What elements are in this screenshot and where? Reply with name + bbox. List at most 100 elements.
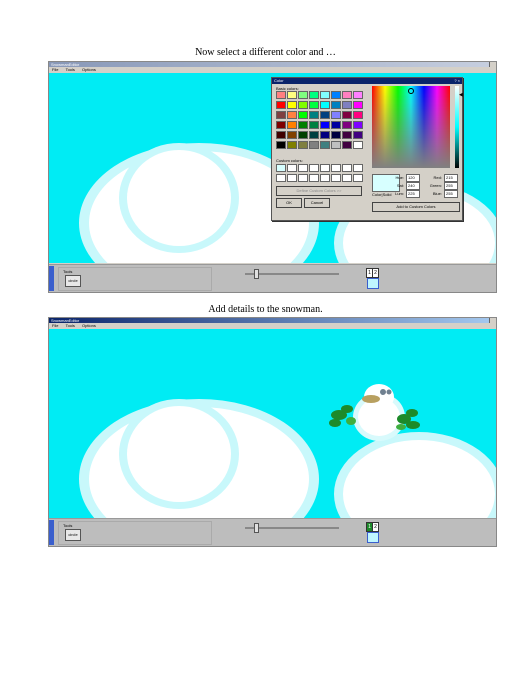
basic-color-swatch[interactable] — [298, 131, 308, 139]
basic-color-swatch[interactable] — [320, 141, 330, 149]
custom-color-swatch[interactable] — [287, 164, 297, 172]
basic-color-swatch[interactable] — [309, 111, 319, 119]
basic-color-swatch[interactable] — [331, 91, 341, 99]
basic-color-swatch[interactable] — [298, 121, 308, 129]
define-custom-colors-button[interactable]: Define Custom Colors >> — [276, 186, 362, 196]
basic-color-swatch[interactable] — [320, 111, 330, 119]
custom-color-swatch[interactable] — [342, 174, 352, 182]
custom-color-swatch[interactable] — [342, 164, 352, 172]
basic-color-swatch[interactable] — [331, 141, 341, 149]
basic-color-swatch[interactable] — [276, 91, 286, 99]
basic-color-swatch[interactable] — [287, 101, 297, 109]
custom-color-swatch[interactable] — [331, 164, 341, 172]
drawing-canvas[interactable] — [49, 329, 496, 518]
basic-color-swatch[interactable] — [320, 91, 330, 99]
menu-file[interactable]: File — [52, 67, 58, 72]
custom-color-swatch[interactable] — [298, 174, 308, 182]
basic-color-swatch[interactable] — [353, 91, 363, 99]
hue-field[interactable]: 120 — [406, 174, 420, 182]
basic-color-swatch[interactable] — [276, 131, 286, 139]
basic-color-swatch[interactable] — [342, 121, 352, 129]
basic-color-swatch[interactable] — [287, 131, 297, 139]
basic-color-swatch[interactable] — [276, 121, 286, 129]
custom-color-swatch[interactable] — [309, 174, 319, 182]
basic-color-swatch[interactable] — [320, 121, 330, 129]
add-to-custom-colors-button[interactable]: Add to Custom Colors — [372, 202, 460, 212]
basic-color-swatch[interactable] — [298, 141, 308, 149]
basic-color-swatch[interactable] — [309, 121, 319, 129]
luminance-arrow[interactable]: ◀ — [459, 92, 463, 98]
snowman-eye — [386, 389, 392, 395]
basic-color-swatch[interactable] — [353, 121, 363, 129]
basic-color-swatch[interactable] — [342, 141, 352, 149]
ok-button[interactable]: OK — [276, 198, 302, 208]
custom-color-swatch[interactable] — [353, 164, 363, 172]
basic-color-swatch[interactable] — [309, 141, 319, 149]
luminance-bar[interactable] — [455, 86, 459, 168]
menu-options[interactable]: Options — [82, 323, 96, 328]
basic-color-swatch[interactable] — [331, 101, 341, 109]
basic-color-swatch[interactable] — [342, 111, 352, 119]
dialog-title-buttons[interactable]: ? × — [454, 78, 460, 84]
basic-color-swatch[interactable] — [298, 111, 308, 119]
basic-color-swatch[interactable] — [287, 111, 297, 119]
red-field[interactable]: 215 — [444, 174, 458, 182]
menu-tools[interactable]: Tools — [66, 67, 75, 72]
custom-color-swatch[interactable] — [287, 174, 297, 182]
green-field[interactable]: 255 — [444, 182, 458, 190]
basic-colors-grid — [276, 91, 366, 151]
lum-label: Lum: — [395, 191, 404, 196]
custom-color-swatch[interactable] — [320, 174, 330, 182]
basic-color-swatch[interactable] — [353, 131, 363, 139]
basic-color-swatch[interactable] — [342, 101, 352, 109]
color-spectrum[interactable] — [372, 86, 450, 168]
custom-color-swatch[interactable] — [353, 174, 363, 182]
custom-color-swatch[interactable] — [298, 164, 308, 172]
basic-color-swatch[interactable] — [276, 111, 286, 119]
size-slider-thumb[interactable] — [254, 523, 259, 533]
tools-panel: Tools circle — [58, 521, 212, 545]
basic-color-swatch[interactable] — [320, 101, 330, 109]
menu-file[interactable]: File — [52, 323, 58, 328]
basic-color-swatch[interactable] — [309, 91, 319, 99]
basic-color-swatch[interactable] — [287, 141, 297, 149]
custom-color-swatch[interactable] — [309, 164, 319, 172]
size-slider-track[interactable] — [245, 527, 339, 529]
basic-color-swatch[interactable] — [320, 131, 330, 139]
basic-color-swatch[interactable] — [298, 101, 308, 109]
basic-color-swatch[interactable] — [353, 101, 363, 109]
basic-color-swatch[interactable] — [353, 141, 363, 149]
basic-color-swatch[interactable] — [342, 131, 352, 139]
basic-color-swatch[interactable] — [287, 121, 297, 129]
blue-field[interactable]: 255 — [444, 190, 458, 198]
basic-color-swatch[interactable] — [331, 111, 341, 119]
basic-color-swatch[interactable] — [342, 91, 352, 99]
basic-color-swatch[interactable] — [298, 91, 308, 99]
circle-tool-button[interactable]: circle — [65, 275, 81, 287]
basic-color-swatch[interactable] — [309, 101, 319, 109]
custom-color-swatch[interactable] — [320, 164, 330, 172]
menu-tools[interactable]: Tools — [66, 323, 75, 328]
basic-color-swatch[interactable] — [331, 121, 341, 129]
basic-color-swatch[interactable] — [287, 91, 297, 99]
basic-color-swatch[interactable] — [276, 141, 286, 149]
sat-field[interactable]: 240 — [406, 182, 420, 190]
layer-2-button[interactable]: 2 — [372, 268, 379, 278]
custom-color-swatch[interactable] — [276, 164, 286, 172]
basic-color-swatch[interactable] — [276, 101, 286, 109]
layer-selector: 1 2 — [366, 521, 379, 543]
menu-options[interactable]: Options — [82, 67, 96, 72]
basic-color-swatch[interactable] — [309, 131, 319, 139]
layer-2-button[interactable]: 2 — [372, 522, 379, 532]
basic-color-swatch[interactable] — [353, 111, 363, 119]
lum-field[interactable]: 225 — [406, 190, 420, 198]
circle-tool-button[interactable]: circle — [65, 529, 81, 541]
cancel-button[interactable]: Cancel — [304, 198, 330, 208]
custom-color-swatch[interactable] — [276, 174, 286, 182]
size-slider-thumb[interactable] — [254, 269, 259, 279]
color-dialog: Color ? × Basic colors: Custom colors: D… — [271, 77, 463, 221]
basic-color-swatch[interactable] — [331, 131, 341, 139]
size-slider-track[interactable] — [245, 273, 339, 275]
custom-color-swatch[interactable] — [331, 174, 341, 182]
snowman-eye — [380, 389, 386, 395]
